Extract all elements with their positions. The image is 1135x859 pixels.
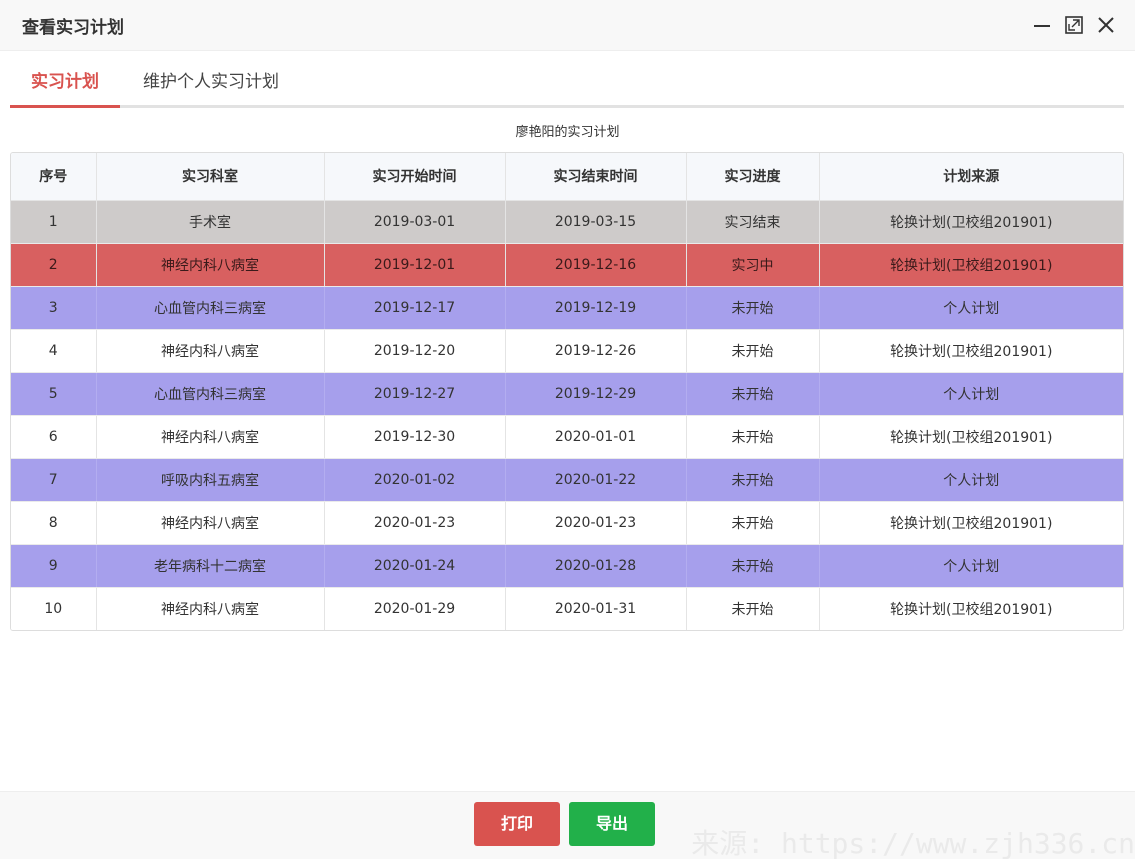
table-row[interactable]: 2 神经内科八病室 2019-12-01 2019-12-16 实习中 轮换计划… xyxy=(11,243,1123,287)
cell-source: 轮换计划(卫校组201901) xyxy=(819,200,1123,244)
cell-source: 个人计划 xyxy=(819,372,1123,416)
cell-department: 神经内科八病室 xyxy=(96,501,325,545)
cell-no: 7 xyxy=(11,458,97,502)
cell-end-date: 2020-01-01 xyxy=(505,415,687,459)
window-title: 查看实习计划 xyxy=(22,18,124,38)
cell-progress: 未开始 xyxy=(686,587,820,630)
cell-end-date: 2019-12-19 xyxy=(505,286,687,330)
cell-department: 神经内科八病室 xyxy=(96,243,325,287)
maximize-button[interactable] xyxy=(1063,14,1085,36)
cell-source: 轮换计划(卫校组201901) xyxy=(819,415,1123,459)
table-caption: 廖艳阳的实习计划 xyxy=(515,125,620,140)
table-row[interactable]: 8 神经内科八病室 2020-01-23 2020-01-23 未开始 轮换计划… xyxy=(11,501,1123,545)
cell-progress: 未开始 xyxy=(686,544,820,588)
cell-start-date: 2020-01-29 xyxy=(324,587,506,630)
table-row[interactable]: 10 神经内科八病室 2020-01-29 2020-01-31 未开始 轮换计… xyxy=(11,587,1123,630)
cell-no: 1 xyxy=(11,200,97,244)
export-button[interactable]: 导出 xyxy=(569,802,655,846)
cell-start-date: 2019-12-27 xyxy=(324,372,506,416)
column-header-no[interactable]: 序号 xyxy=(11,153,97,201)
table-row[interactable]: 1 手术室 2019-03-01 2019-03-15 实习结束 轮换计划(卫校… xyxy=(11,200,1123,244)
plan-table: 序号 实习科室 实习开始时间 实习结束时间 实习进度 计划来源 1 手术室 20… xyxy=(10,152,1124,631)
cell-source: 轮换计划(卫校组201901) xyxy=(819,501,1123,545)
maximize-icon xyxy=(1065,16,1083,34)
cell-department: 手术室 xyxy=(96,200,325,244)
cell-end-date: 2020-01-22 xyxy=(505,458,687,502)
cell-start-date: 2019-12-01 xyxy=(324,243,506,287)
cell-start-date: 2019-12-30 xyxy=(324,415,506,459)
cell-source: 个人计划 xyxy=(819,286,1123,330)
minimize-button[interactable] xyxy=(1031,14,1053,36)
cell-progress: 实习中 xyxy=(686,243,820,287)
cell-no: 2 xyxy=(11,243,97,287)
table-row[interactable]: 4 神经内科八病室 2019-12-20 2019-12-26 未开始 轮换计划… xyxy=(11,329,1123,373)
column-header-department[interactable]: 实习科室 xyxy=(96,153,325,201)
cell-progress: 未开始 xyxy=(686,372,820,416)
cell-department: 心血管内科三病室 xyxy=(96,286,325,330)
tab-internship-plan[interactable]: 实习计划 xyxy=(10,51,120,108)
table-row[interactable]: 3 心血管内科三病室 2019-12-17 2019-12-19 未开始 个人计… xyxy=(11,286,1123,330)
cell-no: 8 xyxy=(11,501,97,545)
cell-start-date: 2019-12-17 xyxy=(324,286,506,330)
cell-end-date: 2020-01-28 xyxy=(505,544,687,588)
cell-end-date: 2019-03-15 xyxy=(505,200,687,244)
cell-no: 3 xyxy=(11,286,97,330)
tab-bar: 实习计划 维护个人实习计划 xyxy=(10,51,1124,108)
table-row[interactable]: 9 老年病科十二病室 2020-01-24 2020-01-28 未开始 个人计… xyxy=(11,544,1123,588)
column-header-start-date[interactable]: 实习开始时间 xyxy=(324,153,506,201)
window-titlebar: 查看实习计划 xyxy=(0,0,1135,51)
cell-source: 轮换计划(卫校组201901) xyxy=(819,243,1123,287)
cell-no: 9 xyxy=(11,544,97,588)
cell-end-date: 2019-12-16 xyxy=(505,243,687,287)
cell-department: 老年病科十二病室 xyxy=(96,544,325,588)
cell-start-date: 2019-03-01 xyxy=(324,200,506,244)
cell-department: 神经内科八病室 xyxy=(96,329,325,373)
cell-start-date: 2019-12-20 xyxy=(324,329,506,373)
cell-source: 个人计划 xyxy=(819,458,1123,502)
cell-source: 个人计划 xyxy=(819,544,1123,588)
table-row[interactable]: 5 心血管内科三病室 2019-12-27 2019-12-29 未开始 个人计… xyxy=(11,372,1123,416)
cell-no: 6 xyxy=(11,415,97,459)
cell-no: 10 xyxy=(11,587,97,630)
cell-start-date: 2020-01-02 xyxy=(324,458,506,502)
cell-progress: 未开始 xyxy=(686,458,820,502)
minimize-icon xyxy=(1034,25,1050,27)
column-header-end-date[interactable]: 实习结束时间 xyxy=(505,153,687,201)
cell-end-date: 2019-12-29 xyxy=(505,372,687,416)
table-row[interactable]: 6 神经内科八病室 2019-12-30 2020-01-01 未开始 轮换计划… xyxy=(11,415,1123,459)
cell-progress: 未开始 xyxy=(686,329,820,373)
cell-end-date: 2019-12-26 xyxy=(505,329,687,373)
column-header-progress[interactable]: 实习进度 xyxy=(686,153,820,201)
close-button[interactable] xyxy=(1095,14,1117,36)
cell-no: 4 xyxy=(11,329,97,373)
tab-maintain-personal-plan[interactable]: 维护个人实习计划 xyxy=(128,51,294,108)
cell-no: 5 xyxy=(11,372,97,416)
cell-source: 轮换计划(卫校组201901) xyxy=(890,601,1053,618)
watermark-text: 来源: https://www.zjh336.cn xyxy=(691,827,1135,859)
cell-end-date: 2020-01-23 xyxy=(505,501,687,545)
table-header-row: 序号 实习科室 实习开始时间 实习结束时间 实习进度 计划来源 xyxy=(11,153,1123,201)
cell-progress: 实习结束 xyxy=(686,200,820,244)
cell-start-date: 2020-01-24 xyxy=(324,544,506,588)
cell-progress: 未开始 xyxy=(686,415,820,459)
table-row[interactable]: 7 呼吸内科五病室 2020-01-02 2020-01-22 未开始 个人计划 xyxy=(11,458,1123,502)
close-icon xyxy=(1098,17,1114,33)
cell-department: 呼吸内科五病室 xyxy=(96,458,325,502)
cell-department: 心血管内科三病室 xyxy=(96,372,325,416)
cell-source: 轮换计划(卫校组201901) xyxy=(819,329,1123,373)
cell-start-date: 2020-01-23 xyxy=(324,501,506,545)
cell-department: 神经内科八病室 xyxy=(96,415,325,459)
cell-progress: 未开始 xyxy=(686,286,820,330)
print-button[interactable]: 打印 xyxy=(474,802,560,846)
cell-progress: 未开始 xyxy=(686,501,820,545)
cell-department: 神经内科八病室 xyxy=(96,587,325,630)
column-header-source[interactable]: 计划来源 xyxy=(819,153,1123,201)
cell-end-date: 2020-01-31 xyxy=(505,587,687,630)
